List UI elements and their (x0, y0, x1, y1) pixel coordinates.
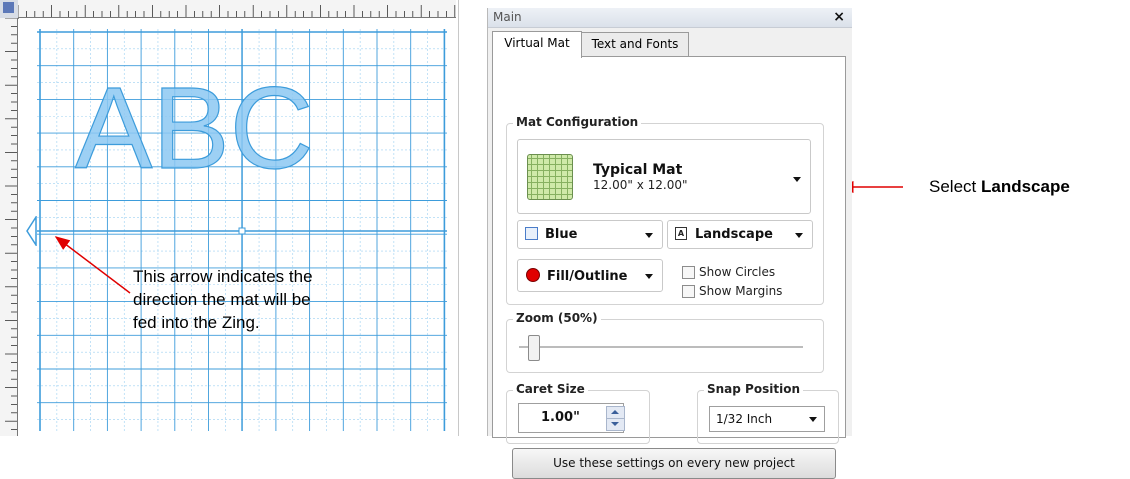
chevron-down-icon (793, 177, 801, 182)
snap-position-title: Snap Position (704, 382, 803, 396)
use-settings-button[interactable]: Use these settings on every new project (512, 448, 836, 479)
fill-outline-dropdown[interactable]: Fill/Outline (517, 259, 663, 292)
tab-virtual-mat[interactable]: Virtual Mat (492, 31, 582, 58)
fill-outline-label: Fill/Outline (547, 269, 628, 284)
fill-dot-icon (526, 268, 540, 282)
annotation-emphasis: Landscape (980, 177, 1070, 196)
chevron-down-icon (809, 417, 817, 422)
main-panel: Main × Virtual Mat Text and Fonts Mat Co… (487, 8, 852, 479)
orientation-icon: A (675, 227, 687, 240)
mat-name: Typical Mat (593, 162, 683, 178)
square-color-icon (525, 227, 538, 240)
chevron-down-icon (645, 233, 653, 238)
orientation-dropdown[interactable]: A Landscape (667, 220, 813, 249)
caret-size-value: 1.00" (541, 410, 580, 425)
mat-size: 12.00" x 12.00" (593, 178, 688, 192)
mat-color-label: Blue (545, 227, 578, 242)
note-pointer-arrow (54, 236, 131, 294)
zoom-title: Zoom (50%) (513, 311, 601, 325)
virtual-mat-tab-content: Mat Configuration Typical Mat 12.00" x 1… (492, 56, 846, 479)
snap-position-value: 1/32 Inch (716, 412, 773, 426)
mat-thumbnail-icon (527, 154, 573, 200)
zoom-slider-thumb[interactable] (528, 335, 541, 361)
zoom-slider-track[interactable] (519, 346, 803, 349)
panel-header: Main × (488, 8, 852, 28)
snap-position-dropdown[interactable]: 1/32 Inch (709, 406, 825, 432)
show-circles-label: Show Circles (699, 265, 776, 279)
select-landscape-annotation: Select Landscape (929, 177, 1070, 197)
checkbox-box[interactable] (682, 285, 695, 298)
annotation-prefix: Select (929, 177, 981, 196)
mat-configuration-title: Mat Configuration (513, 115, 642, 129)
caret-size-title: Caret Size (513, 382, 588, 396)
tab-text-and-fonts[interactable]: Text and Fonts (581, 32, 689, 57)
mat-configuration-group: Mat Configuration Typical Mat 12.00" x 1… (506, 115, 824, 305)
mat-type-dropdown[interactable]: Typical Mat 12.00" x 12.00" (517, 139, 811, 214)
spin-down-icon[interactable] (606, 418, 625, 431)
close-icon[interactable]: × (833, 9, 845, 25)
mat-color-dropdown[interactable]: Blue (517, 220, 663, 249)
show-margins-label: Show Margins (699, 284, 783, 298)
show-margins-checkbox[interactable]: Show Margins (682, 284, 802, 300)
chevron-down-icon (645, 274, 653, 279)
chevron-down-icon (795, 233, 803, 238)
zoom-group: Zoom (50%) (506, 311, 824, 373)
orientation-label: Landscape (695, 227, 773, 242)
panel-title: Main (493, 10, 522, 24)
show-circles-checkbox[interactable]: Show Circles (682, 265, 802, 281)
checkbox-box[interactable] (682, 266, 695, 279)
